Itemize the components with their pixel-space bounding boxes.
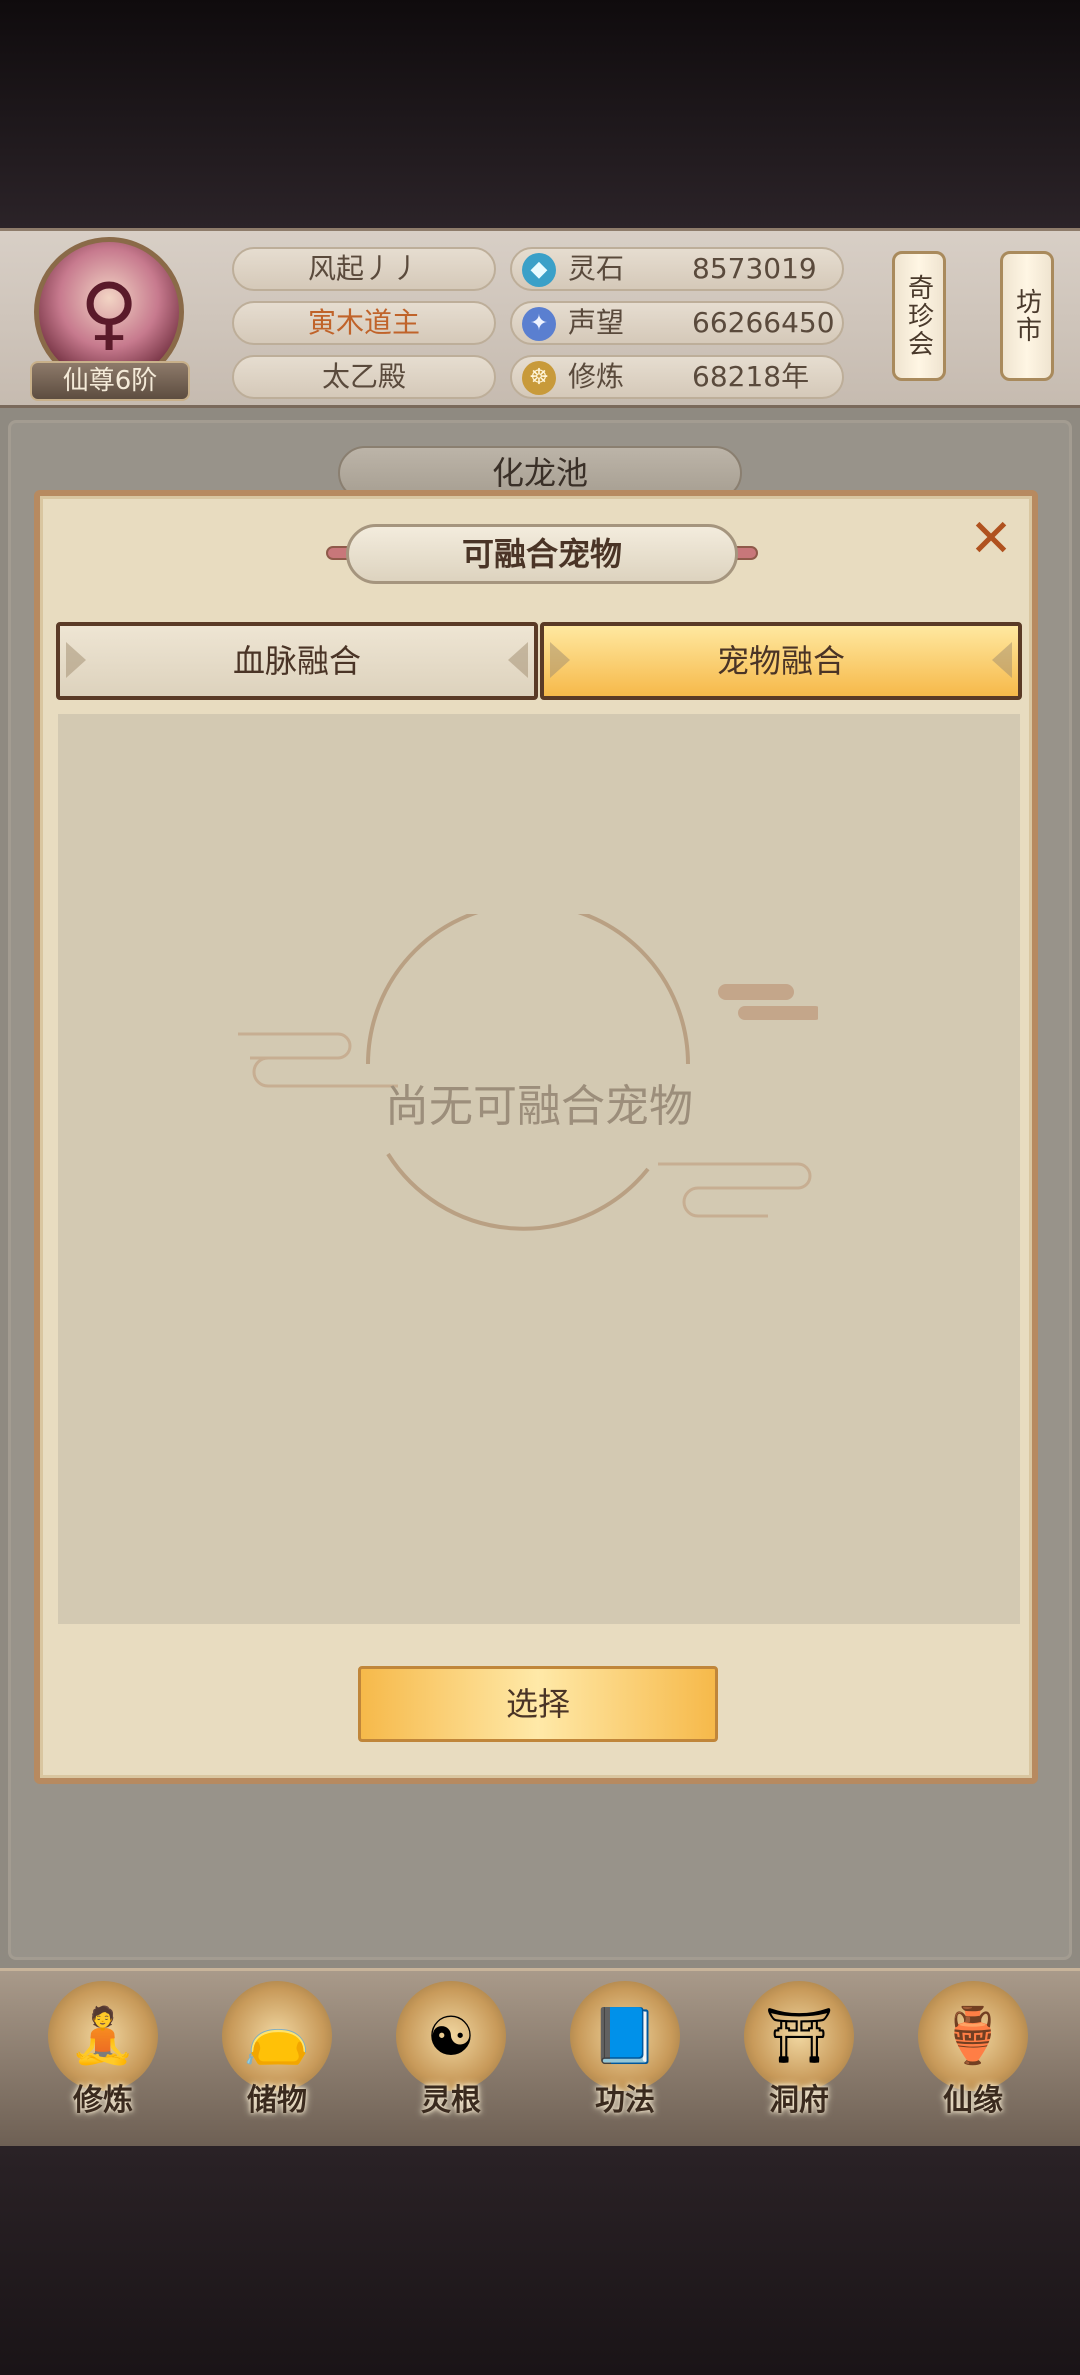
- resource-cultivation: ☸ 修炼 68218年: [510, 355, 844, 399]
- nav-item-techniques[interactable]: 📘 功法: [550, 1981, 700, 2141]
- nav-item-storage[interactable]: 👝 储物: [202, 1981, 352, 2141]
- nav-label: 洞府: [769, 2083, 829, 2118]
- player-title: 寅木道主: [232, 301, 496, 345]
- rank-badge: 仙尊6阶: [30, 361, 190, 401]
- nav-label: 修炼: [73, 2083, 133, 2118]
- market-button[interactable]: 坊市: [1000, 251, 1054, 381]
- nav-label: 储物: [247, 2083, 307, 2118]
- reputation-icon: ✦: [522, 307, 556, 341]
- resource-spirit-stone: ◆ 灵石 8573019: [510, 247, 844, 291]
- bottom-system-area: [0, 2146, 1080, 2375]
- player-name: 风起丿丿: [232, 247, 496, 291]
- bottom-navigation: 🧘 修炼 👝 储物 ☯ 灵根 📘 功法 ⛩ 洞府 🏺 仙缘: [0, 1968, 1080, 2146]
- treasure-fair-button[interactable]: 奇珍会: [892, 251, 946, 381]
- resource-value: 66266450: [692, 306, 835, 339]
- player-sect: 太乙殿: [232, 355, 496, 399]
- fusion-dialog: 可融合宠物 ✕ 血脉融合 宠物融合 尚无可融合宠物 选择: [34, 490, 1038, 1784]
- player-header: ♀ 仙尊6阶 风起丿丿 寅木道主 太乙殿 ◆ 灵石 8573019 ✦ 声望 6…: [0, 228, 1080, 408]
- nav-item-spirit-root[interactable]: ☯ 灵根: [376, 1981, 526, 2141]
- select-button[interactable]: 选择: [358, 1666, 718, 1742]
- tab-bloodline-fusion[interactable]: 血脉融合: [56, 622, 538, 700]
- nav-item-cultivate[interactable]: 🧘 修炼: [28, 1981, 178, 2141]
- resource-value: 68218年: [692, 360, 810, 393]
- pet-list-panel: 尚无可融合宠物: [58, 714, 1020, 1624]
- nav-item-fate[interactable]: 🏺 仙缘: [898, 1981, 1048, 2141]
- resource-label: 修炼: [568, 360, 625, 393]
- empty-state-text: 尚无可融合宠物: [385, 1081, 693, 1132]
- nav-item-cave-mansion[interactable]: ⛩ 洞府: [724, 1981, 874, 2141]
- dialog-title: 可融合宠物: [346, 524, 738, 584]
- resource-label: 声望: [568, 306, 625, 339]
- top-status-area: [0, 0, 1080, 228]
- nav-label: 功法: [595, 2083, 655, 2118]
- tab-pet-fusion[interactable]: 宠物融合: [540, 622, 1022, 700]
- nav-label: 仙缘: [943, 2083, 1003, 2118]
- player-avatar-area[interactable]: ♀ 仙尊6阶: [24, 237, 194, 407]
- cultivation-icon: ☸: [522, 361, 556, 395]
- resource-label: 灵石: [568, 252, 625, 285]
- spirit-stone-icon: ◆: [522, 253, 556, 287]
- resource-value: 8573019: [692, 252, 817, 285]
- resource-reputation: ✦ 声望 66266450: [510, 301, 844, 345]
- nav-label: 灵根: [421, 2083, 481, 2118]
- close-icon[interactable]: ✕: [964, 512, 1018, 566]
